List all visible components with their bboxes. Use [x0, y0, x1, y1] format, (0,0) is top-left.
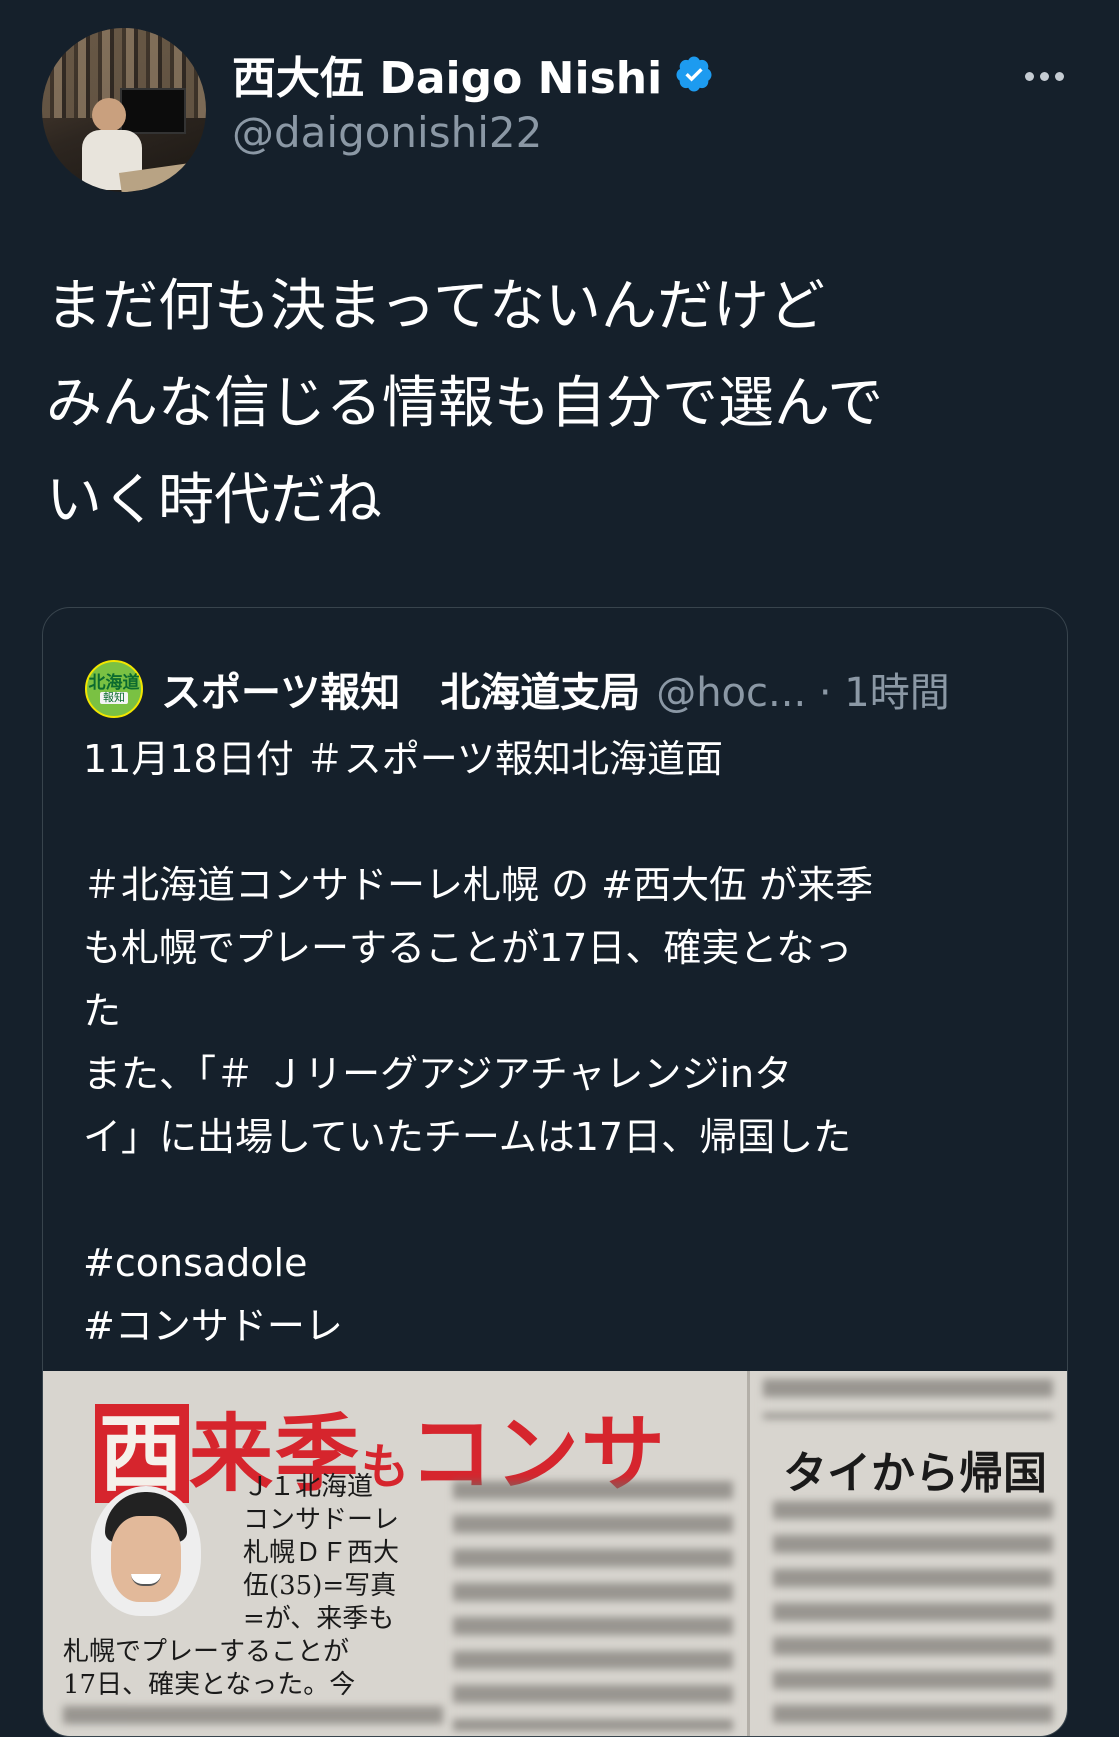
tweet-line: まだ何も決まってないんだけど: [46, 274, 825, 339]
tweet-line: いく時代だね: [46, 468, 382, 533]
quote-line: [83, 791, 1043, 854]
blurred-side-article: [773, 1501, 1053, 1736]
photo-face: [111, 1516, 181, 1602]
verified-badge-icon: [676, 56, 712, 92]
dot: [1039, 71, 1049, 81]
quoted-author-logo[interactable]: 北海道 報知: [85, 660, 143, 718]
article-line: =が、来季も: [243, 1604, 395, 1634]
quoted-author-name[interactable]: スポーツ報知 北海道支局: [161, 660, 640, 718]
quoted-tweet-text: 11月18日付 ＃スポーツ報知北海道面 ＃北海道コンサドーレ札幌 の #西大伍 …: [83, 728, 1043, 1358]
author-name[interactable]: 西大伍 Daigo Nishi: [232, 42, 662, 106]
quote-line: た: [83, 989, 122, 1033]
author-name-row[interactable]: 西大伍 Daigo Nishi: [232, 42, 714, 106]
article-column-1: Ｊ１北海道 コンサドーレ 札幌ＤＦ西大 伍(35)=写真: [243, 1471, 399, 1603]
article-line: 札幌ＤＦ西大: [243, 1538, 400, 1568]
article-line: コンサドーレ: [243, 1505, 400, 1535]
article-line: 伍(35)=写真: [243, 1571, 397, 1601]
player-photo: [91, 1486, 201, 1616]
quote-line: #consadole: [83, 1241, 308, 1285]
blurred-article-body: [453, 1481, 733, 1731]
tweet-line: みんな信じる情報も自分で選んで: [46, 371, 884, 436]
logo-subtext: 報知: [100, 692, 128, 704]
more-options-icon[interactable]: [1020, 56, 1068, 96]
article-line: Ｊ１北海道: [243, 1472, 374, 1502]
headline-box: 西来季もコンサ: [65, 1377, 765, 1503]
quote-line: も札幌でプレーすることが17日、確実となっ: [83, 926, 853, 970]
logo-text: 北海道: [88, 673, 140, 693]
article-line: 17日、確実となった。今: [63, 1670, 356, 1700]
dot: [1024, 71, 1034, 81]
blurred-text-top: [763, 1379, 1053, 1419]
article-line: 札幌でプレーすることが: [63, 1637, 350, 1667]
dot: [1054, 71, 1064, 81]
article-column-2: =が、来季も 札幌でプレーすることが 17日、確実となった。今: [63, 1603, 394, 1702]
column-divider: [747, 1371, 750, 1736]
author-avatar[interactable]: [42, 28, 206, 192]
quoted-author-handle-time: @hoc... · 1時間: [656, 670, 950, 716]
quoted-tweet-card[interactable]: 北海道 報知 スポーツ報知 北海道支局 @hoc... · 1時間 11月18日…: [42, 607, 1068, 1737]
quote-line: イ」に出場していたチームは17日、帰国した: [83, 1115, 852, 1159]
quote-line: また、「＃ Ｊリーグアジアチャレンジinタ: [83, 1052, 793, 1096]
tweet-text: まだ何も決まってないんだけど みんな信じる情報も自分で選んで いく時代だね: [46, 258, 1086, 549]
author-handle[interactable]: @daigonishi22: [232, 108, 542, 157]
side-article-title: タイから帰国: [783, 1448, 1047, 1499]
quote-line: [83, 1169, 1043, 1232]
quote-line: ＃北海道コンサドーレ札幌 の #西大伍 が来季: [83, 863, 874, 907]
avatar-person-head: [92, 98, 126, 132]
newspaper-clipping-image[interactable]: 西来季もコンサ Ｊ１北海道 コンサドーレ 札幌ＤＦ西大 伍(35)=写真 =が、…: [43, 1371, 1067, 1736]
quoted-tweet-header: 北海道 報知 スポーツ報知 北海道支局 @hoc... · 1時間: [85, 660, 950, 718]
quote-line: #コンサドーレ: [83, 1304, 343, 1348]
avatar-monitor: [120, 88, 186, 134]
quote-line: 11月18日付 ＃スポーツ報知北海道面: [83, 737, 724, 781]
blurred-article-bottom: [63, 1706, 443, 1736]
